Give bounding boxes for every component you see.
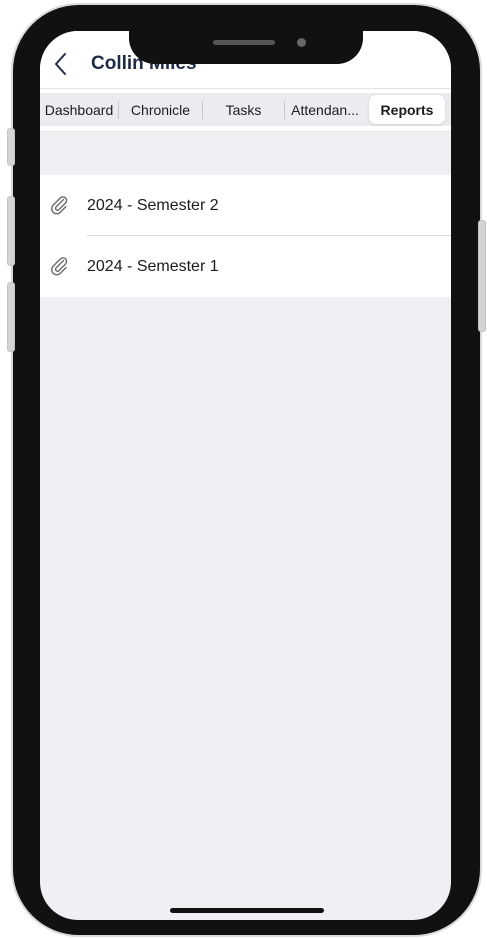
paperclip-icon <box>51 257 68 276</box>
chevron-left-icon <box>55 53 66 75</box>
reports-list: 2024 - Semester 2 2024 - Semester 1 <box>40 175 451 297</box>
tab-attendance[interactable]: Attendan... <box>285 93 365 126</box>
report-label: 2024 - Semester 2 <box>87 196 219 214</box>
back-button[interactable] <box>50 49 72 79</box>
volume-down-button <box>7 282 15 352</box>
mute-switch <box>7 128 15 166</box>
report-label: 2024 - Semester 1 <box>87 257 219 275</box>
tab-strip: Dashboard Chronicle Tasks Attendan... Re… <box>40 89 451 132</box>
volume-up-button <box>7 196 15 266</box>
front-camera <box>297 38 306 47</box>
list-item[interactable]: 2024 - Semester 2 <box>40 175 451 236</box>
tab-label: Chronicle <box>130 101 191 118</box>
app-screen: Collin Miles Dashboard Chronicle Tasks A… <box>40 31 451 920</box>
tab-label: Attendan... <box>291 101 359 118</box>
device-notch <box>129 31 363 64</box>
paperclip-icon <box>51 196 68 215</box>
tab-reports[interactable]: Reports <box>369 95 445 124</box>
tab-tasks[interactable]: Tasks <box>203 93 284 126</box>
tab-label: Reports <box>380 101 434 118</box>
power-button <box>478 220 486 332</box>
home-indicator[interactable] <box>170 908 324 913</box>
tab-chronicle[interactable]: Chronicle <box>119 93 202 126</box>
speaker-grille <box>213 40 275 45</box>
segmented-tabs: Dashboard Chronicle Tasks Attendan... Re… <box>40 93 451 126</box>
tab-label: Tasks <box>225 101 262 118</box>
tab-dashboard[interactable]: Dashboard <box>40 93 118 126</box>
list-item[interactable]: 2024 - Semester 1 <box>40 236 451 297</box>
tab-label: Dashboard <box>44 101 114 118</box>
